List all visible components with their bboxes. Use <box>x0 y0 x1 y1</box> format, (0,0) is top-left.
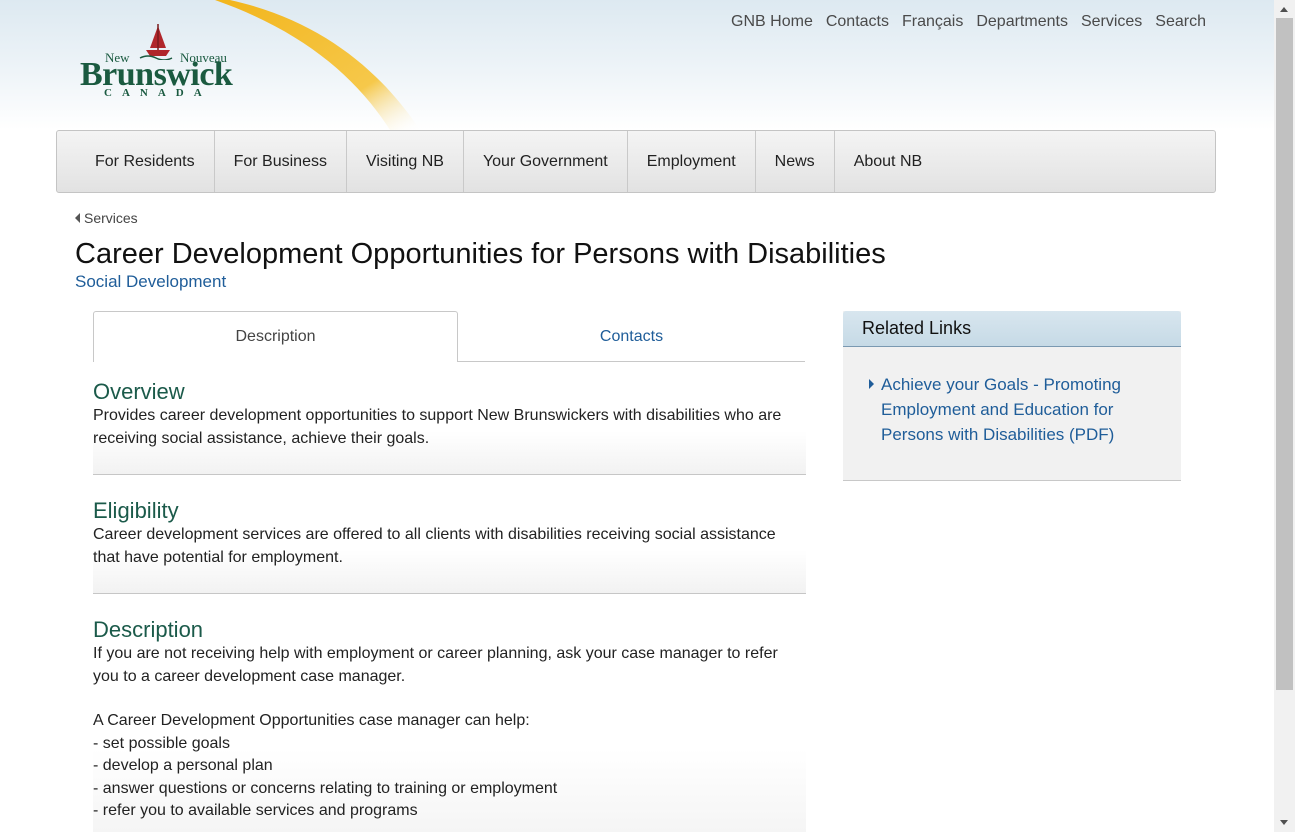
utility-link-contacts[interactable]: Contacts <box>826 12 889 32</box>
caret-right-icon <box>869 379 874 389</box>
utility-link-departments[interactable]: Departments <box>976 12 1068 32</box>
utility-link-gnb-home[interactable]: GNB Home <box>731 12 813 32</box>
list-item: - answer questions or concerns relating … <box>93 779 558 797</box>
page-title: Career Development Opportunities for Per… <box>75 238 886 270</box>
caret-left-icon <box>75 213 80 223</box>
scrollbar-thumb[interactable] <box>1276 18 1293 690</box>
utility-link-search[interactable]: Search <box>1155 12 1206 32</box>
breadcrumb[interactable]: Services <box>75 210 138 226</box>
logo-canada-text: CANADA <box>104 87 212 99</box>
nb-logo[interactable]: New Nouveau Brunswick CANADA <box>80 20 270 102</box>
nav-item-your-government[interactable]: Your Government <box>464 131 628 192</box>
eligibility-text: Career development services are offered … <box>93 526 776 566</box>
nav-item-for-business[interactable]: For Business <box>215 131 347 192</box>
eligibility-section: Eligibility Career development services … <box>93 498 806 594</box>
list-item: - develop a personal plan <box>93 757 273 774</box>
related-link-item: Achieve your Goals - Promoting Employmen… <box>869 372 1169 447</box>
nav-item-for-residents[interactable]: For Residents <box>76 131 215 192</box>
eligibility-heading: Eligibility <box>93 498 179 523</box>
related-links-heading: Related Links <box>843 311 1181 347</box>
list-item: - refer you to available services and pr… <box>93 802 418 819</box>
description-heading: Description <box>93 617 204 642</box>
tab-contacts[interactable]: Contacts <box>458 311 805 362</box>
description-list-intro: A Career Development Opportunities case … <box>93 712 530 729</box>
tab-bar: Description Contacts <box>93 311 805 362</box>
overview-heading: Overview <box>93 379 185 404</box>
department-link[interactable]: Social Development <box>75 272 226 292</box>
list-item: - set possible goals <box>93 734 230 752</box>
overview-text: Provides career development opportunitie… <box>93 407 782 447</box>
related-link-achieve-your-goals[interactable]: Achieve your Goals - Promoting Employmen… <box>881 375 1121 444</box>
ship-icon <box>139 24 173 60</box>
nav-item-about-nb[interactable]: About NB <box>835 131 941 192</box>
tab-description[interactable]: Description <box>93 311 458 362</box>
vertical-scrollbar[interactable] <box>1274 0 1295 832</box>
overview-section: Overview Provides career development opp… <box>93 379 806 475</box>
main-nav: For Residents For Business Visiting NB Y… <box>56 130 1216 193</box>
utility-link-francais[interactable]: Français <box>902 12 963 32</box>
utility-link-services[interactable]: Services <box>1081 12 1142 32</box>
utility-nav: GNB Home Contacts Français Departments S… <box>731 12 1206 32</box>
related-links-list: Achieve your Goals - Promoting Employmen… <box>869 372 1169 447</box>
nav-item-employment[interactable]: Employment <box>628 131 756 192</box>
description-section: Description If you are not receiving hel… <box>93 617 806 832</box>
page: New Nouveau Brunswick CANADA GNB Home Co… <box>0 0 1274 832</box>
nav-item-visiting-nb[interactable]: Visiting NB <box>347 131 464 192</box>
breadcrumb-label: Services <box>84 210 138 226</box>
scroll-up-arrow-icon[interactable] <box>1280 7 1288 12</box>
nav-item-news[interactable]: News <box>756 131 835 192</box>
scroll-down-arrow-icon[interactable] <box>1280 820 1288 825</box>
description-paragraph: If you are not receiving help with emplo… <box>93 645 778 685</box>
related-links-panel: Related Links Achieve your Goals - Promo… <box>843 311 1181 481</box>
